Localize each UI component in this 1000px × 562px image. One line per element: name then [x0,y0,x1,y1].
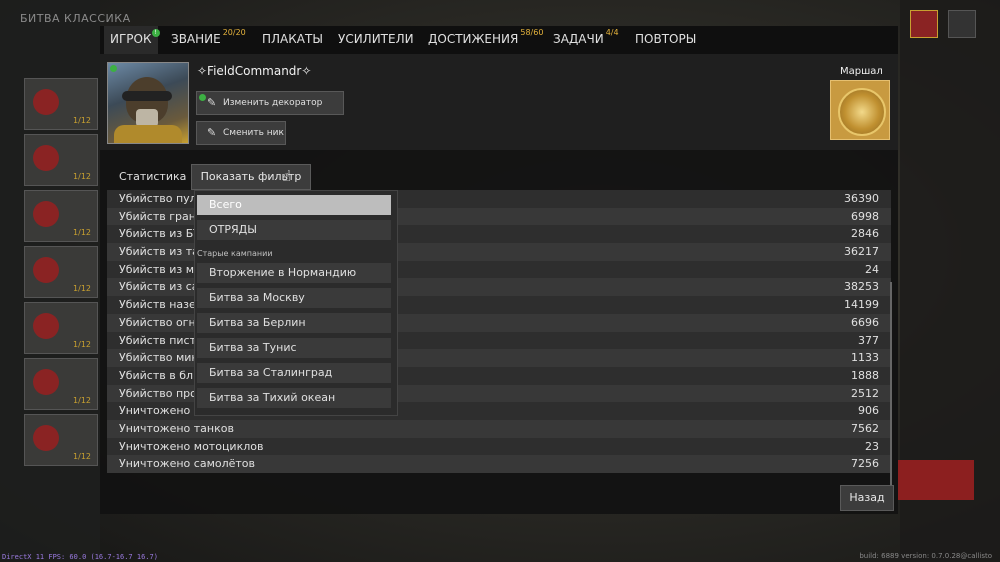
filter-option-total[interactable]: Всего [197,195,391,215]
table-row: Уничтожено танков 7562 [107,419,891,438]
filter-option-campaign[interactable]: Битва за Тунис [197,338,391,358]
rank-label: Маршал [840,66,883,77]
corner-menu-icon [948,10,976,38]
filter-option-campaign[interactable]: Вторжение в Нормандию [197,263,391,283]
background-squad-card: 1/12 [24,414,98,466]
player-header: ✧FieldCommandr✧ ✎ Изменить декоратор име… [100,54,898,150]
filter-option-campaign[interactable]: Битва за Москву [197,288,391,308]
show-filter-button[interactable]: Показать фильтр [191,164,311,190]
background-squad-card: 1/12 [24,190,98,242]
tab-bar: ИГРОК ! ЗВАНИЕ 20/20 ПЛАКАТЫ УСИЛИТЕЛИ ДО… [100,26,898,56]
avatar[interactable] [107,62,189,144]
table-row: Уничтожено самолётов 7256 [107,455,891,473]
filter-option-squads[interactable]: ОТРЯДЫ [197,220,391,240]
tab-achievements[interactable]: ДОСТИЖЕНИЯ 58/60 [422,26,543,54]
back-button[interactable]: Назад [840,485,894,511]
build-version: build: 6889 version: 0.7.0.28@callisto [859,552,992,560]
table-row: Уничтожено мотоциклов 23 [107,437,891,456]
tab-replays[interactable]: ПОВТОРЫ [629,26,702,54]
stats-heading: Статистика [119,170,187,183]
background-squad-card: 1/12 [24,246,98,298]
notice-dot-icon: ! [151,29,160,37]
filter-option-campaign[interactable]: Битва за Тихий океан [197,388,391,408]
tab-badge: 58/60 [520,28,544,37]
background-squad-card: 1/12 [24,302,98,354]
tab-posters[interactable]: ПЛАКАТЫ [256,26,329,54]
filter-section-label: Старые кампании [197,249,273,258]
tab-badge: 20/20 [222,28,246,37]
fps-counter: DirectX 11 FPS: 60.0 (16.7-16.7 16.7) [2,553,158,561]
tab-tasks[interactable]: ЗАДАЧИ 4/4 [547,26,619,54]
notice-dot-icon [199,94,206,101]
background-squad-card: 1/12 [24,134,98,186]
change-decorator-button[interactable]: ✎ Изменить декоратор имени [196,91,344,130]
change-nick-button[interactable]: ✎ Сменить ник [196,121,286,145]
background-squad-card: 1/12 [24,78,98,130]
filter-dropdown: Всего ОТРЯДЫ Старые кампании Вторжение в… [194,190,398,416]
hand-cursor-icon: ☝ [282,167,292,185]
stats-scrollbar[interactable] [890,282,892,492]
corner-rank-icon [910,10,938,38]
tab-player[interactable]: ИГРОК ! [104,26,160,56]
background-squad-card: 1/12 [24,358,98,410]
background-battle-button [898,460,974,500]
pencil-icon: ✎ [207,96,217,109]
tab-rank[interactable]: ЗВАНИЕ 20/20 [165,26,246,54]
filter-option-campaign[interactable]: Битва за Берлин [197,313,391,333]
filter-option-campaign[interactable]: Битва за Сталинград [197,363,391,383]
notice-dot-icon [110,65,117,72]
marshal-rank-icon [830,80,890,140]
profile-panel: ИГРОК ! ЗВАНИЕ 20/20 ПЛАКАТЫ УСИЛИТЕЛИ ДО… [100,26,898,514]
background-mode-tabs: БИТВА КЛАССИКА [20,12,131,25]
tab-boosters[interactable]: УСИЛИТЕЛИ [332,26,420,54]
pencil-icon: ✎ [207,126,217,139]
tab-badge: 4/4 [605,28,619,37]
player-nickname: ✧FieldCommandr✧ [197,64,312,78]
